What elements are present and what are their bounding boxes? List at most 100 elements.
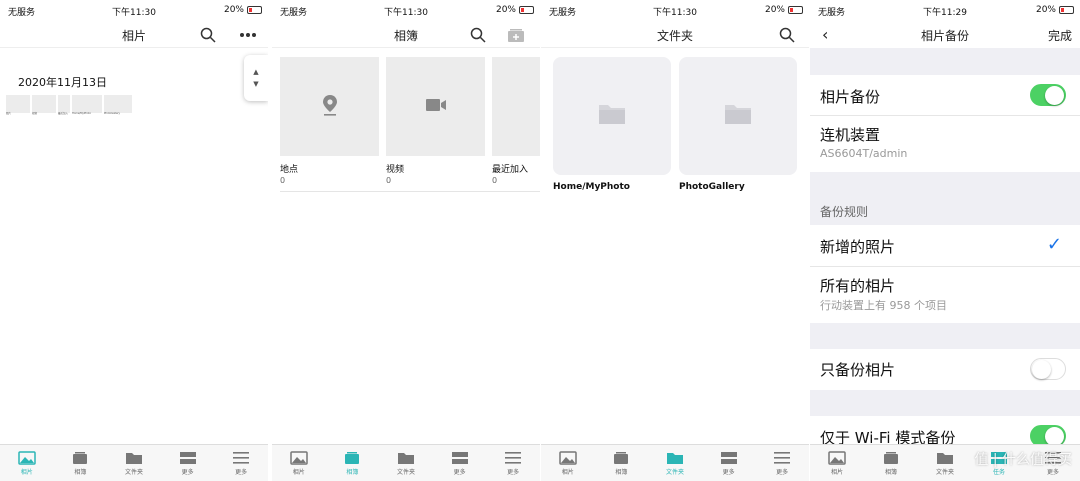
albums-screen: 无服务 下午11:30 20% 相簿 地点 0 视频 0 最近加入 0 相片 相… [272, 0, 540, 481]
tab-bar: 相片 相簿 文件夹 更多 更多 [272, 444, 540, 481]
tab-photos[interactable]: 相片 [810, 445, 864, 481]
status-bar: 无服务 下午11:30 20% [541, 0, 809, 22]
thumb-caption: Home/MyPhoto [72, 112, 91, 115]
new-photos-row[interactable]: 新增的照片 ✓ [810, 225, 1080, 267]
wifi-only-row[interactable]: 仅于 Wi-Fi 模式备份 [810, 416, 1080, 447]
folder-card[interactable]: Home/MyPhoto [553, 57, 671, 192]
search-icon[interactable] [777, 25, 797, 45]
tab-photos[interactable]: 相片 [0, 445, 54, 481]
tab-folders[interactable]: 文件夹 [107, 445, 161, 481]
album-card[interactable]: 视频 0 [386, 57, 485, 185]
photo-thumbnail[interactable]: 视频 [32, 95, 56, 115]
folder-icon [724, 103, 752, 129]
search-icon[interactable] [198, 25, 218, 45]
menu-icon [773, 451, 791, 465]
photo-backup-toggle[interactable] [1030, 84, 1066, 106]
album-cover [492, 57, 540, 156]
tab-label: 更多 [235, 468, 248, 476]
tab-more-2[interactable]: 更多 [486, 445, 540, 481]
tab-photos[interactable]: 相片 [541, 445, 595, 481]
battery-indicator: 20% [224, 5, 262, 15]
device-row[interactable]: 连机装置 AS6604T/admin [810, 116, 1080, 172]
tab-label: 相片 [561, 468, 574, 476]
menu-icon [504, 451, 522, 465]
nav-bar: 文件夹 [541, 22, 809, 48]
tasks-icon [451, 451, 469, 465]
folders-screen: 无服务 下午11:30 20% 文件夹 Home/MyPhoto PhotoGa… [541, 0, 809, 481]
tab-albums[interactable]: 相簿 [326, 445, 380, 481]
page-title: 文件夹 [656, 29, 693, 43]
tab-label: 更多 [453, 468, 466, 476]
battery-indicator: 20% [765, 5, 803, 15]
album-cover [280, 57, 379, 156]
only-photos-toggle[interactable] [1030, 358, 1066, 380]
row-label: 相片备份 [820, 88, 881, 106]
location-pin-icon [321, 94, 339, 120]
tab-label: 相簿 [346, 468, 359, 476]
tab-more-2[interactable]: 更多 [755, 445, 809, 481]
tab-label: 更多 [776, 468, 789, 476]
photo-thumbnail[interactable]: Home/MyPhoto [72, 95, 102, 115]
album-count: 0 [280, 176, 286, 185]
status-bar: 无服务 下午11:29 20% [810, 0, 1080, 22]
tab-more-1[interactable]: 更多 [433, 445, 487, 481]
tab-more-2[interactable]: 更多 [214, 445, 268, 481]
tab-more-1[interactable]: 更多 [702, 445, 756, 481]
section-title: 备份规则 [820, 205, 869, 219]
done-button[interactable]: 完成 [1048, 27, 1072, 44]
only-photos-row[interactable]: 只备份相片 [810, 349, 1080, 390]
folder-card[interactable]: PhotoGallery [679, 57, 797, 192]
tab-albums[interactable]: 相簿 [595, 445, 649, 481]
battery-icon [788, 6, 803, 14]
tab-folders[interactable]: 文件夹 [379, 445, 433, 481]
folder-icon [936, 451, 954, 465]
tab-folders[interactable]: 文件夹 [648, 445, 702, 481]
album-card[interactable]: 地点 0 [280, 57, 379, 185]
tab-label: 相片 [20, 468, 33, 476]
folder-cover [553, 57, 671, 175]
photo-thumbnail[interactable]: 最近加入 [58, 95, 70, 115]
thumb-caption: PhotoGallery [104, 112, 121, 115]
section-spacer [810, 323, 1080, 349]
tab-label: 相簿 [74, 468, 87, 476]
tab-bar: 相片 相簿 文件夹 更多 更多 [0, 444, 268, 481]
photo-backup-screen: 无服务 下午11:29 20% ‹ 相片备份 完成 相片备份 连机装置 AS66… [810, 0, 1080, 481]
album-name: 地点 [280, 165, 299, 175]
album-card[interactable]: 最近加入 0 [492, 57, 540, 185]
folder-grid: Home/MyPhoto PhotoGallery [553, 57, 797, 192]
tab-photos[interactable]: 相片 [272, 445, 326, 481]
folder-name: Home/MyPhoto [553, 182, 630, 192]
folder-icon [666, 451, 684, 465]
battery-icon [1059, 6, 1074, 14]
battery-text: 20% [1035, 5, 1056, 15]
thumb-caption: 视频 [32, 112, 38, 115]
all-photos-row[interactable]: 所有的相片 行动装置上有 958 个项目 [810, 267, 1080, 323]
tab-bar: 相片 相簿 文件夹 更多 更多 [541, 444, 809, 481]
photo-thumbnail[interactable]: PhotoGallery [104, 95, 132, 115]
battery-text: 20% [764, 5, 785, 15]
nav-bar: ‹ 相片备份 完成 [810, 22, 1080, 48]
album-count: 0 [492, 176, 498, 185]
album-icon [882, 451, 900, 465]
fast-scroll-handle[interactable]: ▲ ▼ [244, 55, 268, 101]
tab-albums[interactable]: 相簿 [864, 445, 918, 481]
watermark: 值 | 什么值得买 [974, 452, 1072, 468]
tab-label: 更多 [181, 468, 194, 476]
video-camera-icon [425, 97, 447, 116]
tab-folders[interactable]: 文件夹 [918, 445, 972, 481]
photo-thumbnail[interactable]: 图片 [6, 95, 30, 115]
album-name: 最近加入 [492, 165, 529, 175]
tab-albums[interactable]: 相簿 [54, 445, 108, 481]
search-icon[interactable] [468, 25, 488, 45]
photo-backup-row[interactable]: 相片备份 [810, 75, 1080, 116]
more-icon[interactable] [238, 25, 258, 45]
battery-text: 20% [223, 5, 244, 15]
tab-more-1[interactable]: 更多 [161, 445, 215, 481]
add-album-icon[interactable] [506, 25, 526, 45]
row-label: 只备份相片 [820, 361, 896, 379]
photo-icon [828, 450, 846, 465]
photos-screen: 无服务 下午11:30 20% 相片 2020年11月13日 图片 视频 最近加… [0, 0, 268, 481]
status-bar: 无服务 下午11:30 20% [272, 0, 540, 22]
battery-indicator: 20% [496, 5, 534, 15]
photo-grid: 图片 视频 最近加入 Home/MyPhoto PhotoGallery [6, 95, 132, 115]
